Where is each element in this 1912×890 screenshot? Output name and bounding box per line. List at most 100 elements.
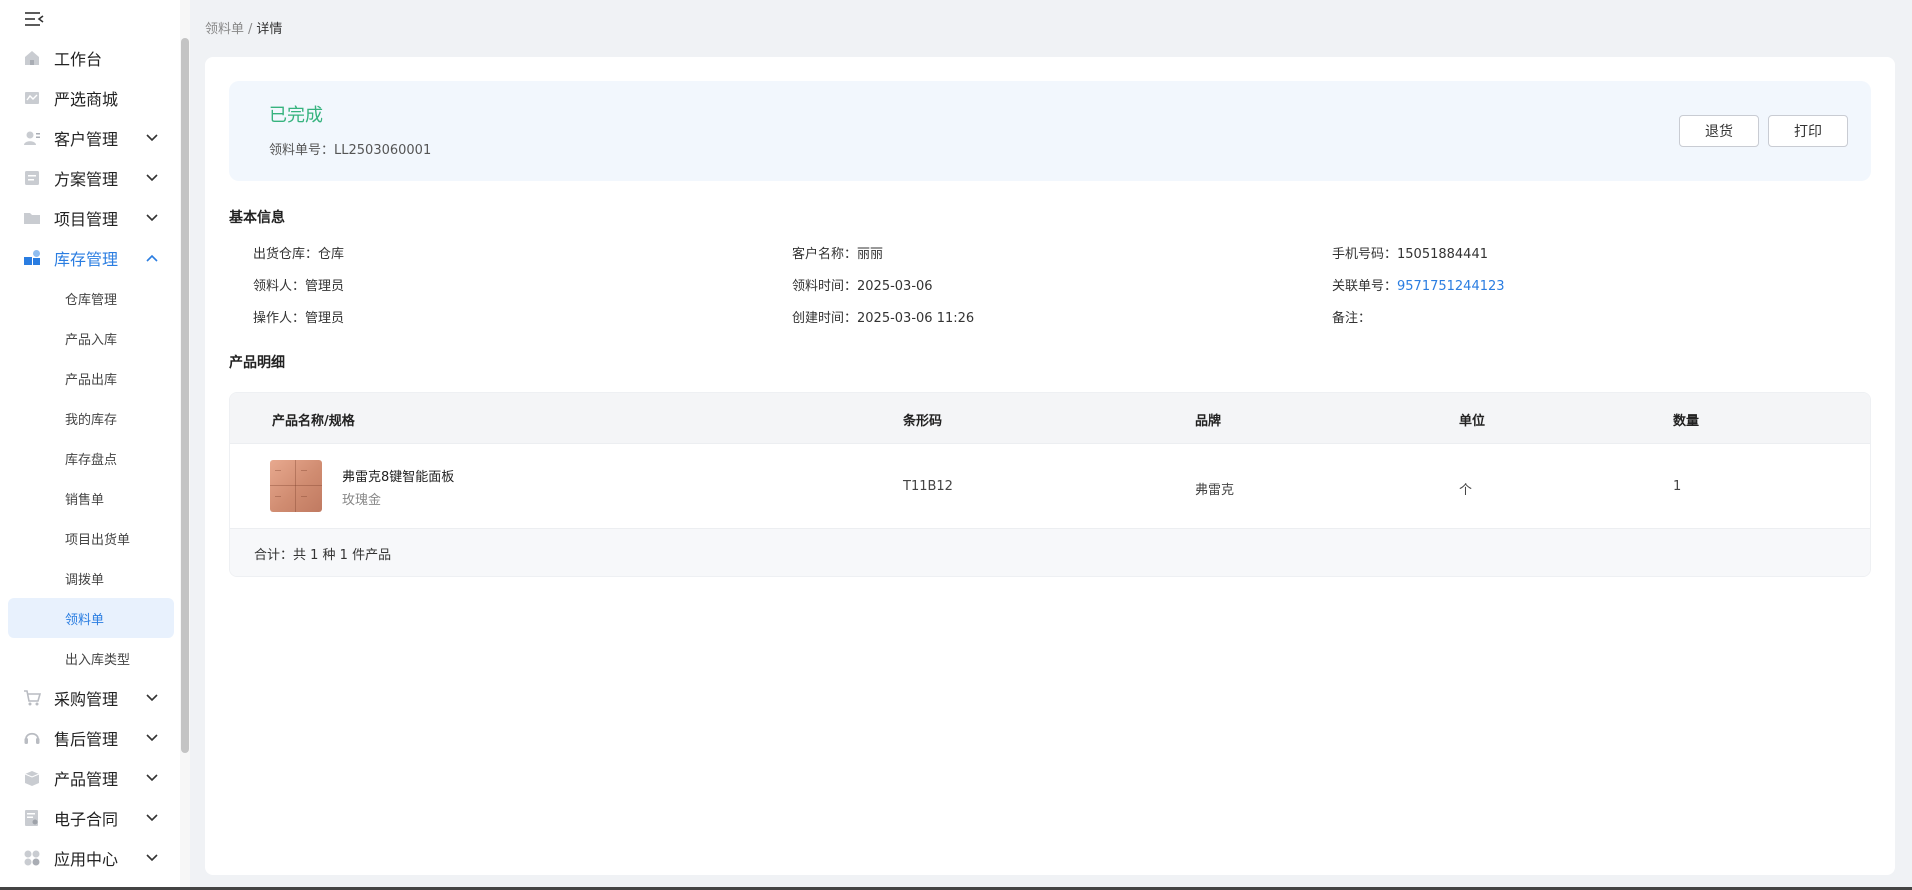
product-brand: 弗雷克	[1195, 483, 1235, 498]
info-value: 管理员	[305, 311, 345, 326]
sidebar-item-label: 库存管理	[54, 250, 119, 269]
info-remark: 备注：	[1332, 307, 1371, 326]
collapse-menu-icon[interactable]	[22, 8, 46, 30]
headset-icon	[22, 728, 42, 748]
breadcrumb-parent[interactable]: 领料单	[205, 22, 244, 37]
customer-icon	[22, 128, 42, 148]
info-customer-name: 客户名称：丽丽	[792, 243, 883, 262]
cart-icon	[22, 688, 42, 708]
sidebar-item-mall[interactable]: 严选商城	[8, 78, 174, 118]
column-header-barcode: 条形码	[903, 414, 943, 429]
sidebar-item-label: 售后管理	[54, 730, 119, 749]
order-number: 领料单号：LL2503060001	[269, 139, 431, 158]
table-row: 弗雷克8键智能面板 玫瑰金 T11B12 弗雷克 个 1	[230, 443, 1870, 529]
sidebar-subitem-my-stock[interactable]: 我的库存	[8, 398, 174, 438]
column-header-unit: 单位	[1459, 414, 1486, 429]
sidebar-item-label: 采购管理	[54, 690, 119, 709]
detail-card: 已完成 领料单号：LL2503060001 退货 打印 基本信息 出货仓库：仓库…	[205, 57, 1895, 875]
breadcrumb: 领料单 / 详情	[205, 18, 282, 37]
sidebar-scrollbar-thumb[interactable]	[181, 38, 189, 753]
table-summary: 合计：共 1 种 1 件产品	[230, 529, 1870, 576]
info-value: 仓库	[318, 247, 345, 262]
sidebar-item-label: 工作台	[54, 50, 103, 69]
chevron-down-icon	[144, 770, 160, 786]
breadcrumb-separator: /	[248, 22, 253, 37]
sidebar-item-label: 应用中心	[54, 850, 119, 869]
product-spec: 玫瑰金	[342, 493, 382, 508]
sidebar-subitem-sales-order[interactable]: 销售单	[8, 478, 174, 518]
product-quantity: 1	[1673, 479, 1682, 494]
sidebar-menu: 工作台 严选商城 客户管理 方案管理 项目管理 库存管理 仓库管理 产品入库 产…	[8, 38, 174, 878]
product-detail-title-text: 产品明细	[229, 355, 285, 371]
apps-icon	[22, 848, 42, 868]
breadcrumb-current: 详情	[256, 22, 283, 37]
basic-info-title: 基本信息	[229, 207, 295, 227]
info-row: 操作人：管理员 创建时间：2025-03-06 11:26 备注：	[253, 307, 1873, 339]
column-header-brand: 品牌	[1195, 414, 1222, 429]
sidebar-item-inventory[interactable]: 库存管理	[8, 238, 174, 278]
folder-icon	[22, 208, 42, 228]
info-key: 备注：	[1332, 311, 1372, 326]
sidebar: 工作台 严选商城 客户管理 方案管理 项目管理 库存管理 仓库管理 产品入库 产…	[0, 0, 190, 890]
mall-icon	[22, 88, 42, 108]
chevron-down-icon	[144, 690, 160, 706]
related-order-link[interactable]: 9571751244123	[1397, 279, 1505, 294]
inventory-icon	[22, 248, 42, 268]
info-key: 操作人：	[253, 311, 306, 326]
info-key: 客户名称：	[792, 247, 858, 262]
basic-info-title-text: 基本信息	[229, 210, 285, 226]
info-value: 2025-03-06 11:26	[857, 311, 975, 326]
sidebar-item-label: 客户管理	[54, 130, 119, 149]
sidebar-item-project[interactable]: 项目管理	[8, 198, 174, 238]
sidebar-item-product[interactable]: 产品管理	[8, 758, 174, 798]
info-value: 2025-03-06	[857, 279, 933, 294]
sidebar-item-contract[interactable]: 电子合同	[8, 798, 174, 838]
chevron-down-icon	[144, 170, 160, 186]
sidebar-item-after-sales[interactable]: 售后管理	[8, 718, 174, 758]
info-key: 关联单号：	[1332, 279, 1398, 294]
info-requisition-date: 领料时间：2025-03-06	[792, 275, 933, 294]
sidebar-item-workbench[interactable]: 工作台	[8, 38, 174, 78]
info-warehouse: 出货仓库：仓库	[253, 243, 344, 262]
home-icon	[22, 48, 42, 68]
contract-icon	[22, 808, 42, 828]
product-table: 产品名称/规格 条形码 品牌 单位 数量 弗雷克8键智能面板 玫瑰金 T11B1…	[229, 392, 1871, 577]
info-value: 管理员	[305, 279, 345, 294]
sidebar-item-plan[interactable]: 方案管理	[8, 158, 174, 198]
table-header: 产品名称/规格 条形码 品牌 单位 数量	[230, 393, 1870, 443]
info-operator: 操作人：管理员	[253, 307, 344, 326]
sidebar-subitem-project-shipment[interactable]: 项目出货单	[8, 518, 174, 558]
return-button[interactable]: 退货	[1679, 115, 1759, 147]
sidebar-subitem-transfer[interactable]: 调拨单	[8, 558, 174, 598]
sidebar-item-label: 电子合同	[54, 810, 119, 829]
print-button[interactable]: 打印	[1768, 115, 1848, 147]
sidebar-item-customer[interactable]: 客户管理	[8, 118, 174, 158]
column-header-quantity: 数量	[1673, 414, 1700, 429]
status-text: 已完成	[269, 105, 323, 126]
sidebar-subitem-warehouse[interactable]: 仓库管理	[8, 278, 174, 318]
sidebar-item-purchase[interactable]: 采购管理	[8, 678, 174, 718]
info-key: 领料人：	[253, 279, 306, 294]
sidebar-subitem-stock-out[interactable]: 产品出库	[8, 358, 174, 398]
order-number-value: LL2503060001	[334, 143, 432, 158]
sidebar-item-app-center[interactable]: 应用中心	[8, 838, 174, 878]
sidebar-item-label: 项目管理	[54, 210, 119, 229]
chevron-down-icon	[144, 850, 160, 866]
info-key: 领料时间：	[792, 279, 858, 294]
info-value: 丽丽	[857, 247, 884, 262]
sidebar-subitem-io-type[interactable]: 出入库类型	[8, 638, 174, 678]
product-barcode: T11B12	[903, 479, 953, 494]
sidebar-subitem-requisition[interactable]: 领料单	[8, 598, 174, 638]
chevron-up-icon	[144, 250, 160, 266]
product-name: 弗雷克8键智能面板	[342, 470, 455, 485]
sidebar-subitem-stock-in[interactable]: 产品入库	[8, 318, 174, 358]
info-key: 手机号码：	[1332, 247, 1398, 262]
sidebar-subitem-stocktake[interactable]: 库存盘点	[8, 438, 174, 478]
sidebar-item-label: 严选商城	[54, 90, 119, 109]
summary-text: 合计：共 1 种 1 件产品	[254, 548, 392, 563]
chevron-down-icon	[144, 130, 160, 146]
info-related-order: 关联单号：9571751244123	[1332, 275, 1505, 294]
status-panel: 已完成 领料单号：LL2503060001 退货 打印	[229, 81, 1871, 181]
product-thumbnail	[270, 460, 322, 512]
product-unit: 个	[1459, 483, 1473, 498]
